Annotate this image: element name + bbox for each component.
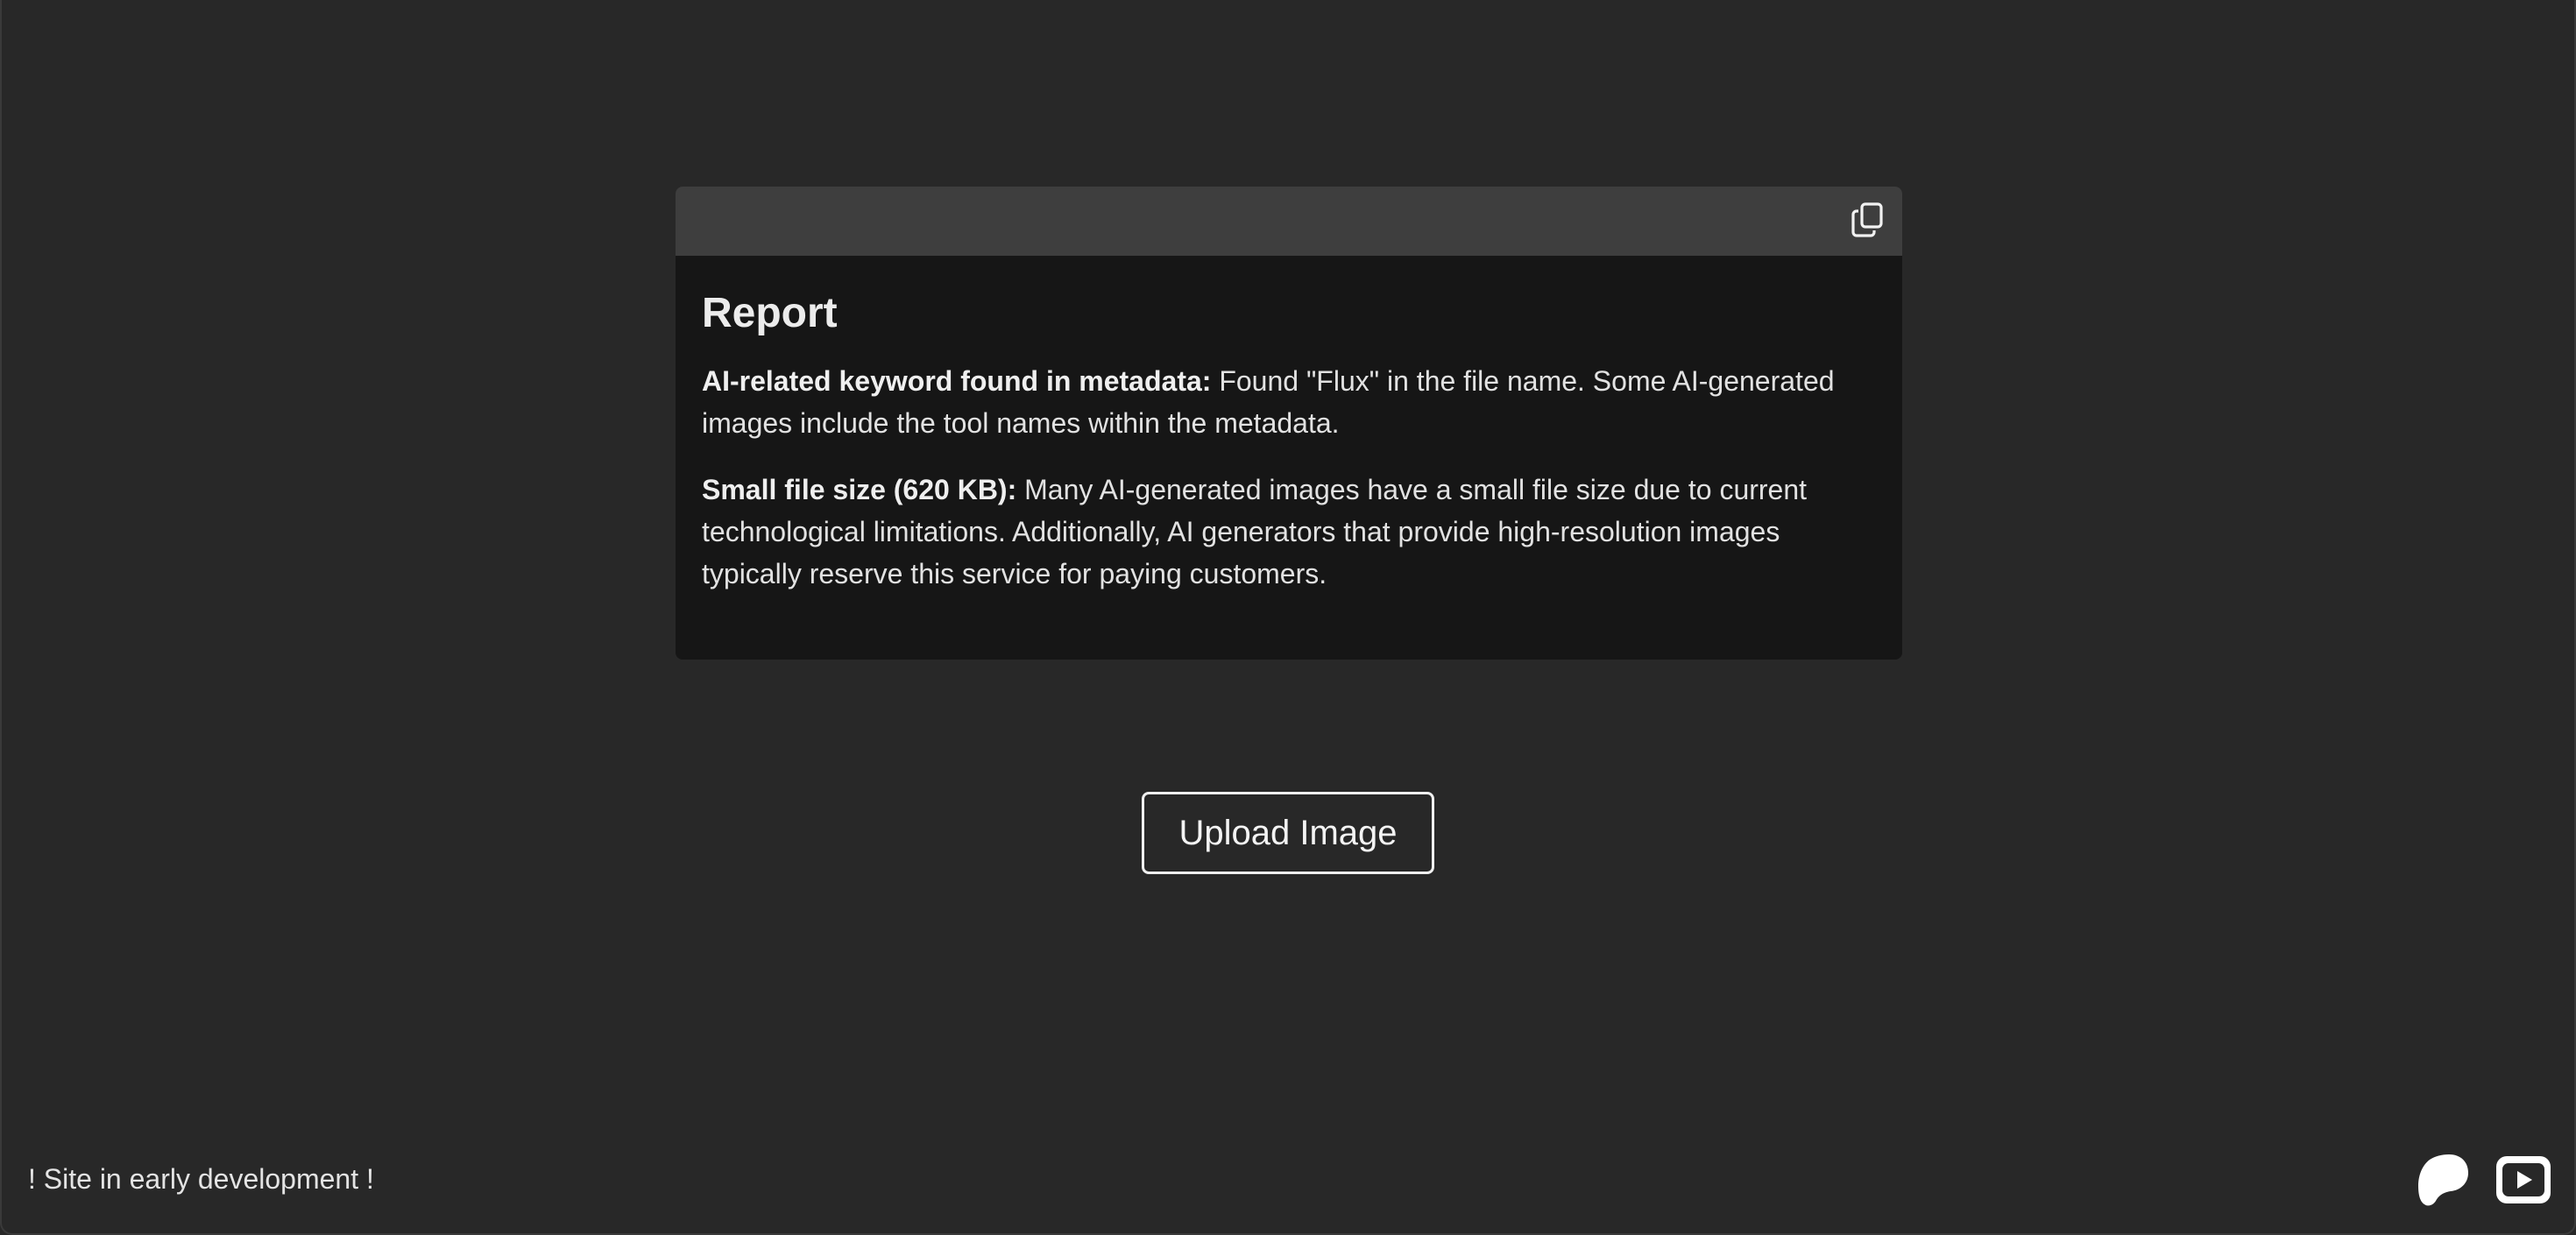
youtube-icon: [2495, 1155, 2551, 1209]
copy-button[interactable]: [1848, 201, 1886, 243]
report-header: [676, 187, 1902, 256]
report-title: Report: [702, 290, 838, 336]
patreon-icon: [2417, 1153, 2470, 1211]
finding-metadata-keyword: AI-related keyword found in metadata: Fo…: [702, 360, 1876, 444]
upload-image-button[interactable]: Upload Image: [1142, 792, 1434, 874]
finding-label: AI-related keyword found in metadata:: [702, 364, 1212, 397]
copy-icon: [1851, 201, 1884, 243]
report-card: Report AI-related keyword found in metad…: [676, 187, 1902, 660]
development-notice: ! Site in early development !: [28, 1163, 374, 1195]
report-body: Report AI-related keyword found in metad…: [676, 256, 1902, 595]
youtube-link[interactable]: [2495, 1154, 2552, 1209]
finding-file-size: Small file size (620 KB): Many AI-genera…: [702, 469, 1876, 595]
finding-label: Small file size (620 KB):: [702, 473, 1017, 505]
patreon-link[interactable]: [2417, 1154, 2471, 1209]
